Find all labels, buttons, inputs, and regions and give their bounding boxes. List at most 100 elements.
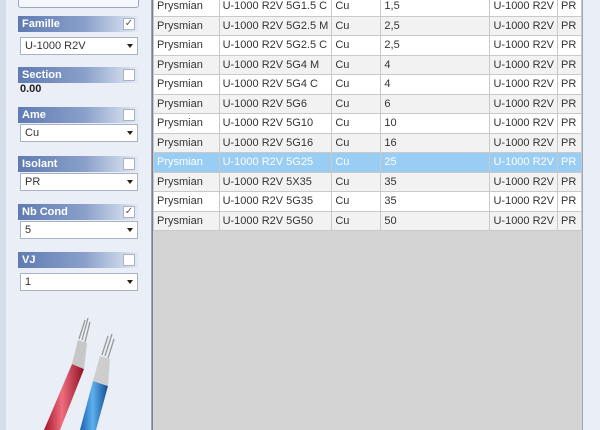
table-row[interactable]: Prysmian U-1000 R2V 5G6 Cu 6 U-1000 R2V PR xyxy=(153,93,582,114)
table-cell: Cu xyxy=(331,171,382,192)
table-cell: PR xyxy=(557,35,582,56)
nb-cond-dropdown[interactable]: 5 xyxy=(20,221,138,239)
table-row[interactable]: Prysmian U-1000 R2V 5G50 Cu 50 U-1000 R2V PR xyxy=(153,210,582,231)
table-row[interactable]: Prysmian U-1000 R2V 5G25 Cu 25 U-1000 R2V PR xyxy=(153,152,582,173)
ame-dropdown[interactable]: Cu xyxy=(20,124,138,142)
isolant-dropdown[interactable]: PR xyxy=(20,173,138,191)
table-cell: 4 xyxy=(380,54,491,75)
table-cell: U-1000 R2V xyxy=(489,35,559,56)
table-cell: U-1000 R2V xyxy=(489,15,559,36)
section-value: 0.00 xyxy=(20,83,42,95)
table-cell: Prysmian xyxy=(153,0,220,17)
table-cell: 16 xyxy=(380,132,491,153)
table-cell: 1,5 xyxy=(380,0,491,17)
table-cell: Prysmian xyxy=(153,171,220,192)
table-cell: U-1000 R2V xyxy=(489,74,559,95)
table-cell: Cu xyxy=(331,210,382,231)
ame-checkbox[interactable] xyxy=(123,109,135,121)
table-cell: U-1000 R2V xyxy=(489,171,559,192)
table-row[interactable]: Prysmian U-1000 R2V 5G4 C Cu 4 U-1000 R2V PR xyxy=(153,74,582,95)
table-cell: U-1000 R2V xyxy=(489,191,559,212)
table-cell: Prysmian xyxy=(153,210,220,231)
table-cell: U-1000 R2V 5G6 xyxy=(218,93,333,114)
table-cell: Prysmian xyxy=(153,35,220,56)
famille-checkbox[interactable]: ✓ xyxy=(123,18,135,30)
table-cell: PR xyxy=(557,210,582,231)
table-cell: 2,5 xyxy=(380,15,491,36)
table-cell: PR xyxy=(557,74,582,95)
cable-illustration xyxy=(44,317,115,430)
table-row[interactable]: Prysmian U-1000 R2V 5G2.5 C Cu 2,5 U-1000 R2… xyxy=(153,35,582,56)
table-cell: U-1000 R2V 5G2.5 M xyxy=(218,15,333,36)
table-cell: 35 xyxy=(380,171,491,192)
table-cell: 50 xyxy=(380,210,491,231)
table-cell: Cu xyxy=(331,113,382,134)
table-cell: 2,5 xyxy=(380,35,491,56)
isolant-value: PR xyxy=(25,176,41,188)
nb-cond-header: Nb Cond ✓ xyxy=(18,204,139,220)
vj-checkbox[interactable] xyxy=(123,254,135,266)
table-cell: U-1000 R2V xyxy=(489,54,559,75)
table-cell: U-1000 R2V xyxy=(489,210,559,231)
table-cell: Cu xyxy=(331,132,382,153)
isolant-checkbox[interactable] xyxy=(123,158,135,170)
table-cell: Prysmian xyxy=(153,54,220,75)
ame-label: Ame xyxy=(22,109,46,121)
table-cell: U-1000 R2V xyxy=(489,0,559,17)
table-row[interactable]: Prysmian U-1000 R2V 5G35 Cu 35 U-1000 R2V PR xyxy=(153,191,582,212)
table-cell: U-1000 R2V 5G1.5 C xyxy=(218,0,333,17)
table-cell: Cu xyxy=(331,74,382,95)
section-label: Section xyxy=(22,69,62,81)
table-cell: U-1000 R2V xyxy=(489,93,559,114)
table-cell: U-1000 R2V xyxy=(489,132,559,153)
table-cell: U-1000 R2V 5G50 xyxy=(218,210,333,231)
table-row[interactable]: Prysmian U-1000 R2V 5X35 Cu 35 U-1000 R2V PR xyxy=(153,171,582,192)
table-cell: 25 xyxy=(380,152,491,173)
ame-header: Ame xyxy=(18,107,139,123)
table-cell: PR xyxy=(557,54,582,75)
table-cell: U-1000 R2V xyxy=(489,113,559,134)
isolant-header: Isolant xyxy=(18,156,139,172)
table-cell: Cu xyxy=(331,15,382,36)
results-table: Prysmian U-1000 R2V 5G1.5 C Cu 1,5 U-1000 R2… xyxy=(153,0,582,231)
table-cell: Prysmian xyxy=(153,152,220,173)
table-cell: U-1000 R2V 5G25 xyxy=(218,152,333,173)
vj-dropdown[interactable]: 1 xyxy=(20,273,138,291)
nb-cond-checkbox[interactable]: ✓ xyxy=(123,206,135,218)
table-cell: U-1000 R2V 5G35 xyxy=(218,191,333,212)
table-cell: PR xyxy=(557,113,582,134)
table-row[interactable]: Prysmian U-1000 R2V 5G16 Cu 16 U-1000 R2V PR xyxy=(153,132,582,153)
famille-header: Famille ✓ xyxy=(18,16,139,32)
table-cell: U-1000 R2V xyxy=(489,152,559,173)
section-checkbox[interactable] xyxy=(123,69,135,81)
table-cell: U-1000 R2V 5G4 C xyxy=(218,74,333,95)
table-cell: 6 xyxy=(380,93,491,114)
table-cell: Cu xyxy=(331,35,382,56)
panel-border xyxy=(0,0,6,430)
table-cell: Cu xyxy=(331,191,382,212)
table-cell: PR xyxy=(557,152,582,173)
vj-header: VJ xyxy=(18,252,139,268)
nb-cond-value: 5 xyxy=(25,224,32,236)
section-header: Section xyxy=(18,67,139,83)
table-row[interactable]: Prysmian U-1000 R2V 5G1.5 C Cu 1,5 U-1000 R2… xyxy=(153,0,582,17)
filter-panel: Famille ✓ U-1000 R2V Section 0.00 Ame Cu… xyxy=(0,0,152,430)
table-cell: U-1000 R2V 5G16 xyxy=(218,132,333,153)
table-cell: Prysmian xyxy=(153,113,220,134)
table-cell: Prysmian xyxy=(153,132,220,153)
table-cell: Prysmian xyxy=(153,74,220,95)
table-cell: 4 xyxy=(380,74,491,95)
famille-value: U-1000 R2V xyxy=(25,40,86,52)
table-row[interactable]: Prysmian U-1000 R2V 5G10 Cu 10 U-1000 R2V PR xyxy=(153,113,582,134)
right-panel xyxy=(582,0,600,430)
table-cell: Prysmian xyxy=(153,191,220,212)
chevron-down-icon xyxy=(127,280,133,284)
famille-dropdown[interactable]: U-1000 R2V xyxy=(20,37,138,55)
table-cell: U-1000 R2V 5G4 M xyxy=(218,54,333,75)
results-grid[interactable]: Prysmian U-1000 R2V 5G1.5 C Cu 1,5 U-1000 R2… xyxy=(152,0,582,430)
table-cell: Prysmian xyxy=(153,15,220,36)
table-row[interactable]: Prysmian U-1000 R2V 5G2.5 M Cu 2,5 U-1000 R2… xyxy=(153,15,582,36)
chevron-down-icon xyxy=(127,44,133,48)
table-cell: PR xyxy=(557,191,582,212)
table-row[interactable]: Prysmian U-1000 R2V 5G4 M Cu 4 U-1000 R2V PR xyxy=(153,54,582,75)
